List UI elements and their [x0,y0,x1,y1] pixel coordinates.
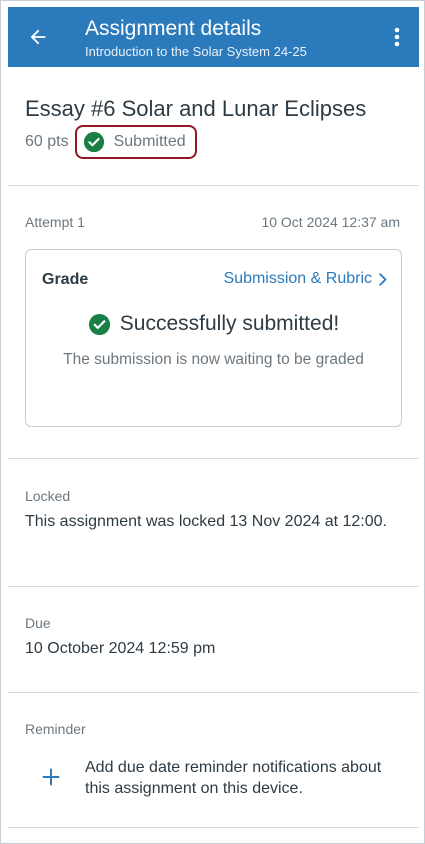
app-bar-subtitle: Introduction to the Solar System 24-25 [85,44,307,59]
success-message: Successfully submitted! [119,312,340,335]
add-reminder-button[interactable]: Add due date reminder notifications abou… [39,757,385,799]
assignment-title: Essay #6 Solar and Lunar Eclipses [25,96,367,121]
due-label: Due [25,615,51,631]
divider [8,185,419,186]
check-circle-icon [83,131,104,153]
attempt-date: 10 Oct 2024 12:37 am [261,214,400,230]
grade-label: Grade [42,271,89,288]
due-value: 10 October 2024 12:59 pm [25,640,216,657]
locked-value: This assignment was locked 13 Nov 2024 a… [25,513,387,530]
arrow-left-icon [30,29,46,45]
more-vertical-icon [394,27,400,47]
check-circle-icon [88,313,110,335]
points-value: 60 pts [25,133,69,150]
assignment-meta: 60 pts Submitted [25,125,197,159]
divider [8,827,419,828]
divider [8,586,419,587]
attempt-label: Attempt 1 [25,214,85,230]
reminder-label: Reminder [25,721,86,737]
status-text: Submitted [113,133,186,150]
waiting-message: The submission is now waiting to be grad… [63,351,364,368]
app-bar: Assignment details Introduction to the S… [8,7,419,67]
add-reminder-label: Add due date reminder notifications abou… [85,759,382,797]
status-badge: Submitted [74,125,197,159]
chevron-right-icon [379,272,387,286]
app-bar-title: Assignment details [85,17,262,40]
screen: Assignment details Introduction to the S… [0,0,425,844]
locked-label: Locked [25,488,71,504]
assignment-header: Essay #6 Solar and Lunar Eclipses 60 pts… [25,95,405,159]
submission-rubric-link[interactable]: Submission & Rubric [224,270,388,288]
divider [8,692,419,693]
plus-icon [39,765,63,789]
submission-rubric-label: Submission & Rubric [223,270,373,287]
more-options-button[interactable] [385,21,409,53]
divider [8,458,419,459]
grade-card: Grade Submission & Rubric Successfully s… [25,249,402,427]
submission-success: Successfully submitted! [26,312,401,336]
back-button[interactable] [22,21,54,53]
